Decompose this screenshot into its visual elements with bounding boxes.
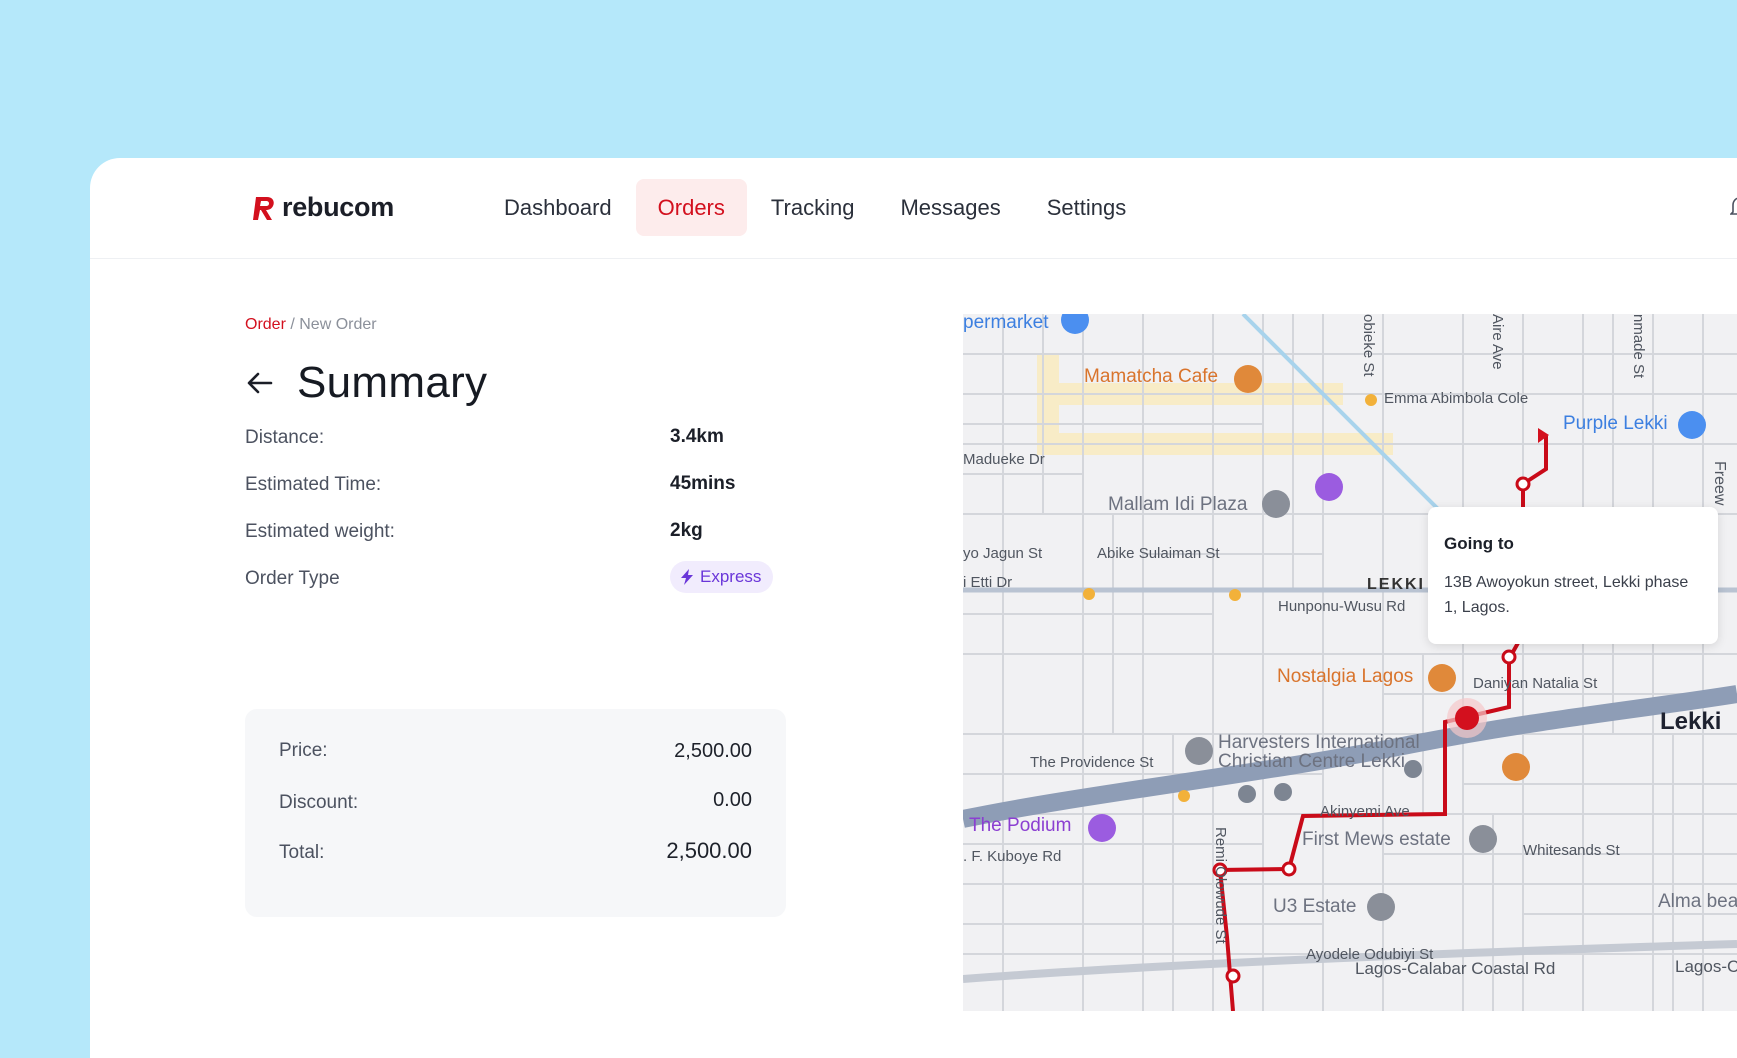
destination-tooltip: Going to 13B Awoyokun street, Lekki phas… <box>1428 507 1718 644</box>
breadcrumb-separator: / <box>285 316 300 333</box>
detail-label: Estimated weight: <box>245 521 395 542</box>
map-label-street: Abike Sulaiman St <box>1097 545 1220 562</box>
price-summary-card: Price: 2,500.00 Discount: 0.00 Total: 2,… <box>245 709 786 917</box>
breadcrumb-current: New Order <box>299 316 377 333</box>
map-label-street: nmade St <box>1630 314 1647 379</box>
map-label-street: Aire Ave <box>1489 314 1506 370</box>
detail-value: 3.4km <box>670 426 724 447</box>
map-label-street: . F. Kuboye Rd <box>963 848 1062 865</box>
nav-item-settings[interactable]: Settings <box>1025 179 1149 236</box>
map-label-street: Daniyan Natalia St <box>1473 675 1598 692</box>
price-row: Price: 2,500.00 <box>279 740 752 770</box>
map-label-street: Madueke Dr <box>963 451 1045 468</box>
nav-item-dashboard[interactable]: Dashboard <box>482 179 634 236</box>
detail-row-distance: Distance: 3.4km <box>245 423 805 453</box>
map-label-mallam-idi-plaza: Mallam Idi Plaza <box>1108 494 1248 515</box>
back-arrow-icon[interactable] <box>245 368 275 398</box>
detail-label: Order Type <box>245 568 340 589</box>
detail-row-order-type: Order Type Express <box>245 561 805 594</box>
total-row: Total: 2,500.00 <box>279 838 752 868</box>
tooltip-title: Going to <box>1444 534 1514 553</box>
discount-value: 0.00 <box>713 789 752 811</box>
map-label-street: The Providence St <box>1030 754 1154 771</box>
map-label-street: i Etti Dr <box>963 574 1013 591</box>
map-label-street: Akinyemi Ave <box>1320 803 1410 820</box>
map-label-street: obieke St <box>1360 314 1377 377</box>
map-label-first-mews-estate: First Mews estate <box>1302 829 1451 850</box>
map-label-street: yo Jagun St <box>963 545 1043 562</box>
map-label-supermarket: permarket <box>963 314 1049 333</box>
map-label-u3-estate: U3 Estate <box>1273 896 1357 917</box>
lightning-icon <box>681 569 693 585</box>
discount-row: Discount: 0.00 <box>279 789 752 819</box>
map-label-street: Remi Olowude St <box>1212 827 1229 944</box>
map-label-nostalgia-lagos: Nostalgia Lagos <box>1277 666 1414 687</box>
detail-value: 45mins <box>670 473 736 494</box>
map-label-street: Emma Abimbola Cole <box>1384 390 1529 407</box>
total-value: 2,500.00 <box>666 838 752 863</box>
map-label-coastal-road-east: Lagos-C <box>1675 957 1737 976</box>
top-navigation: rebucom Dashboard Orders Tracking Messag… <box>90 158 1737 259</box>
breadcrumb-order-link[interactable]: Order <box>245 316 286 333</box>
map-label-alma-beach: Alma bea <box>1658 891 1737 912</box>
breadcrumb: Order / New Order <box>245 316 377 334</box>
tooltip-address: 13B Awoyokun street, Lekki phase 1, Lago… <box>1444 574 1689 616</box>
title-row: Summary <box>245 358 487 408</box>
map-label-freeway: Freew <box>1711 461 1728 506</box>
brand-logo[interactable]: rebucom <box>250 192 394 223</box>
discount-label: Discount: <box>279 792 359 813</box>
map-label-street: Hunponu-Wusu Rd <box>1278 598 1406 615</box>
map-label-coastal-road: Lagos-Calabar Coastal Rd <box>1355 959 1556 978</box>
rebucom-logo-icon <box>253 196 274 220</box>
order-type-badge: Express <box>670 561 774 593</box>
page-title: Summary <box>297 358 488 407</box>
map-label-mamatcha-cafe: Mamatcha Cafe <box>1084 366 1219 387</box>
nav-item-messages[interactable]: Messages <box>878 179 1022 236</box>
brand-name: rebucom <box>282 192 394 222</box>
map-label-purple-lekki: Purple Lekki <box>1563 413 1668 434</box>
detail-row-estimated-time: Estimated Time: 45mins <box>245 470 805 500</box>
detail-label: Distance: <box>245 427 325 448</box>
map-label-lekki-district: LEKKI <box>1367 576 1425 593</box>
map-label-lekki-city: Lekki <box>1660 708 1722 735</box>
nav-menu: Dashboard Orders Tracking Messages Setti… <box>482 179 1150 236</box>
map-label-street: Whitesands St <box>1523 842 1620 859</box>
detail-value: 2kg <box>670 520 703 541</box>
price-label: Price: <box>279 740 328 761</box>
map-label-harvesters-line2: Christian Centre Lekki <box>1218 751 1405 772</box>
detail-row-estimated-weight: Estimated weight: 2kg <box>245 517 805 547</box>
badge-label: Express <box>700 567 762 586</box>
map-label-the-podium: The Podium <box>969 815 1072 836</box>
tracking-map[interactable]: permarket Mamatcha Cafe Emma Abimbola Co… <box>963 314 1737 1011</box>
total-label: Total: <box>279 842 325 863</box>
detail-label: Estimated Time: <box>245 474 382 495</box>
price-value: 2,500.00 <box>674 740 752 762</box>
nav-item-tracking[interactable]: Tracking <box>749 179 877 236</box>
bell-icon[interactable] <box>1730 196 1737 218</box>
nav-item-orders[interactable]: Orders <box>635 179 747 236</box>
